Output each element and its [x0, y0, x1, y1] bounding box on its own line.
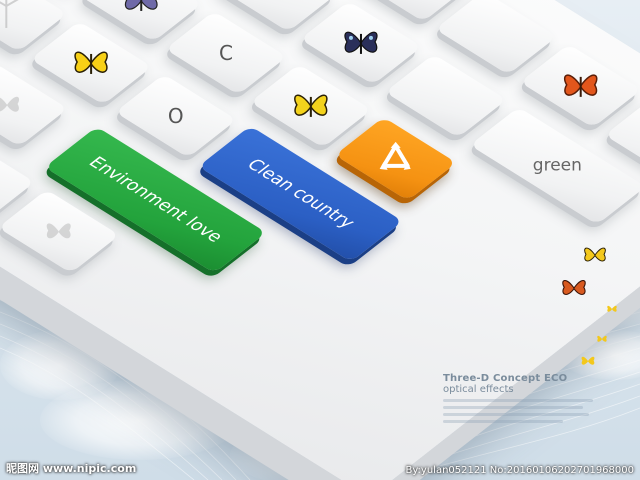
key-o-label: O [168, 103, 184, 128]
placeholder-line [443, 406, 583, 409]
caption-block: Three-D Concept ECO optical effects [443, 373, 613, 427]
placeholder-line [443, 399, 593, 402]
butterfly-icon [124, 0, 158, 11]
butterfly-icon [46, 223, 71, 239]
butterfly-icon [584, 247, 606, 262]
watermark-left: 昵图网 www.nipic.com [6, 462, 137, 475]
butterfly-icon [581, 356, 595, 365]
placeholder-line [443, 413, 589, 416]
key-e-label: E [270, 0, 283, 2]
eco-keyboard-scene: E green [0, 0, 640, 480]
butterfly-icon [607, 305, 617, 312]
watermark-right: By:yulan052121 No:20160106202701968000 [405, 465, 635, 476]
cloud [0, 330, 120, 400]
butterfly-icon [563, 74, 598, 97]
butterfly-icon [0, 96, 20, 112]
wind-turbine-icon [0, 0, 21, 28]
butterfly-icon [344, 31, 378, 54]
key-green-label: green [533, 155, 583, 176]
caption-title: Three-D Concept ECO [443, 373, 568, 384]
placeholder-line [443, 420, 563, 423]
butterfly-icon [74, 51, 108, 74]
caption-subtitle: optical effects [443, 384, 514, 395]
butterfly-icon [294, 94, 328, 117]
butterfly-icon [597, 335, 607, 342]
caption-placeholder-lines [443, 399, 613, 423]
key-c-label: C [219, 40, 234, 65]
watermark-bar: 昵图网 www.nipic.com By:yulan052121 No:2016… [0, 458, 640, 480]
recycle-icon [379, 141, 411, 170]
butterfly-icon [562, 280, 586, 295]
